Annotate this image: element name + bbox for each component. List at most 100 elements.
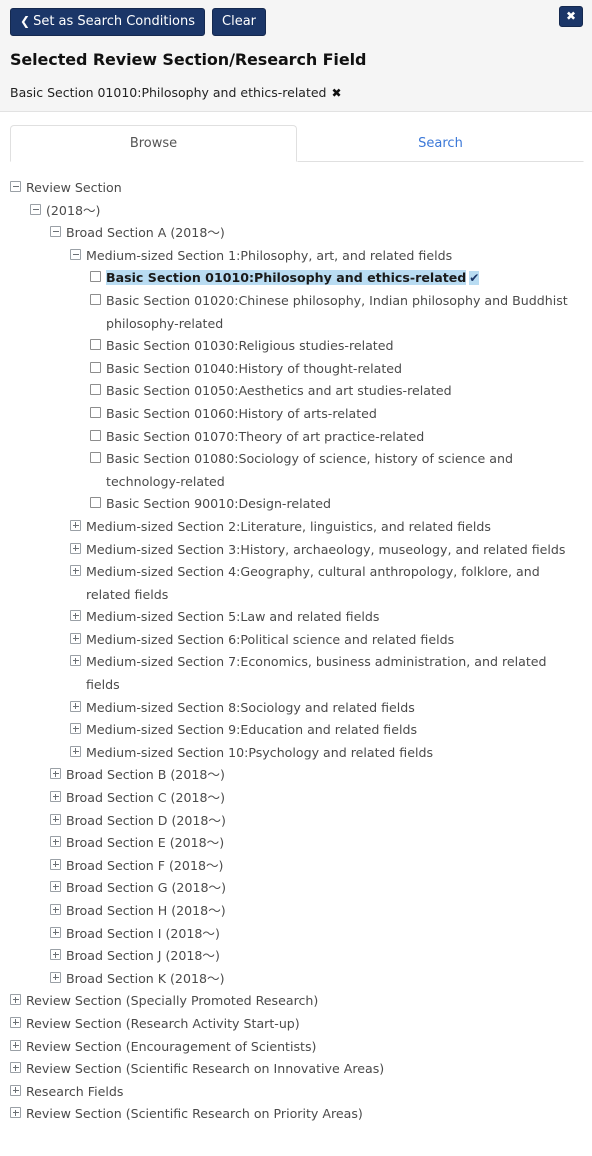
expand-icon[interactable] (10, 1039, 21, 1051)
tree-node-label[interactable]: Broad Section B (2018〜) (66, 767, 225, 782)
tree-node-broad-section-2[interactable]: Broad Section D (2018〜) (50, 810, 582, 833)
clear-button[interactable]: Clear (212, 8, 267, 36)
tree-node-label[interactable]: Medium-sized Section 9:Education and rel… (86, 722, 417, 737)
expand-icon[interactable] (50, 858, 61, 870)
expand-icon[interactable] (50, 768, 61, 780)
tree-node-broad-section-9[interactable]: Broad Section K (2018〜) (50, 968, 582, 991)
tree-node-year-group[interactable]: (2018〜) (30, 200, 582, 223)
tab-search[interactable]: Search (297, 125, 584, 162)
collapse-icon[interactable] (50, 226, 61, 238)
tree-node-basic-section-3[interactable]: Basic Section 01040:History of thought-r… (90, 358, 582, 381)
tree-node-label[interactable]: Review Section (Research Activity Start-… (26, 1016, 300, 1031)
tree-node-broad-section-8[interactable]: Broad Section J (2018〜) (50, 945, 582, 968)
expand-icon[interactable] (70, 632, 81, 644)
tree-node-label[interactable]: Broad Section H (2018〜) (66, 903, 226, 918)
expand-icon[interactable] (50, 881, 61, 893)
tree-node-label[interactable]: Medium-sized Section 10:Psychology and r… (86, 745, 433, 760)
tree-node-label[interactable]: Medium-sized Section 5:Law and related f… (86, 609, 379, 624)
tab-browse[interactable]: Browse (10, 125, 297, 162)
expand-icon[interactable] (10, 1107, 21, 1119)
tree-node-label[interactable]: Basic Section 01080:Sociology of science… (106, 451, 513, 489)
tree-node-label[interactable]: Medium-sized Section 2:Literature, lingu… (86, 519, 491, 534)
tree-node-medium-section-2[interactable]: Medium-sized Section 2:Literature, lingu… (70, 516, 582, 539)
tree-node-label[interactable]: (2018〜) (46, 203, 100, 218)
tree-node-label[interactable]: Research Fields (26, 1084, 123, 1099)
chip-remove-icon[interactable]: ✖ (332, 86, 342, 100)
tree-node-label[interactable]: Broad Section F (2018〜) (66, 858, 223, 873)
expand-icon[interactable] (50, 904, 61, 915)
tree-node-broad-section-1[interactable]: Broad Section C (2018〜) (50, 787, 582, 810)
tree-node-label[interactable]: Review Section (26, 180, 122, 195)
checkbox[interactable] (90, 384, 101, 396)
checkbox[interactable] (90, 339, 101, 351)
tree-node-broad-section-6[interactable]: Broad Section H (2018〜) (50, 900, 582, 923)
tree-node-toplevel-1[interactable]: Review Section (Research Activity Start-… (10, 1013, 582, 1036)
tree-node-label[interactable]: Medium-sized Section 8:Sociology and rel… (86, 700, 415, 715)
expand-icon[interactable] (70, 610, 81, 622)
expand-icon[interactable] (10, 1062, 21, 1074)
tree-node-label[interactable]: Medium-sized Section 3:History, archaeol… (86, 542, 565, 557)
expand-icon[interactable] (10, 994, 21, 1006)
tree-node-label[interactable]: Basic Section 01070:Theory of art practi… (106, 429, 424, 444)
tree-node-label[interactable]: Broad Section A (2018〜) (66, 225, 225, 240)
tree-node-medium-section-7[interactable]: Medium-sized Section 7:Economics, busine… (70, 651, 582, 696)
tree-node-medium-section-6[interactable]: Medium-sized Section 6:Political science… (70, 629, 582, 652)
tree-node-broad-section-0[interactable]: Broad Section B (2018〜) (50, 764, 582, 787)
tree-node-medium-section-9[interactable]: Medium-sized Section 9:Education and rel… (70, 719, 582, 742)
tree-node-label[interactable]: Medium-sized Section 7:Economics, busine… (86, 654, 547, 692)
expand-icon[interactable] (70, 723, 81, 735)
collapse-icon[interactable] (70, 248, 81, 260)
tree-node-basic-section-0[interactable]: Basic Section 01010:Philosophy and ethic… (90, 267, 582, 290)
tree-node-label[interactable]: Broad Section G (2018〜) (66, 880, 226, 895)
expand-icon[interactable] (70, 700, 81, 712)
tree-node-toplevel-0[interactable]: Review Section (Specially Promoted Resea… (10, 990, 582, 1013)
tree-node-label[interactable]: Review Section (Encouragement of Scienti… (26, 1039, 316, 1054)
tree-node-label[interactable]: Basic Section 01020:Chinese philosophy, … (106, 293, 568, 331)
tree-node-label[interactable]: Review Section (Scientific Research on P… (26, 1106, 363, 1121)
checkbox[interactable] (90, 452, 101, 464)
checkbox[interactable] (90, 361, 101, 373)
tree-node-label[interactable]: Broad Section D (2018〜) (66, 813, 226, 828)
expand-icon[interactable] (70, 655, 81, 667)
tree-node-label[interactable]: Basic Section 90010:Design-related (106, 496, 331, 511)
expand-icon[interactable] (10, 1084, 21, 1096)
checkbox[interactable] (90, 429, 101, 441)
expand-icon[interactable] (50, 971, 61, 983)
tree-node-label[interactable]: Broad Section J (2018〜) (66, 948, 220, 963)
tree-node-review-section[interactable]: Review Section (10, 177, 582, 200)
expand-icon[interactable] (70, 519, 81, 531)
expand-icon[interactable] (70, 745, 81, 757)
tree-node-label[interactable]: Medium-sized Section 1:Philosophy, art, … (86, 248, 452, 263)
tree-node-broad-section-a[interactable]: Broad Section A (2018〜) (50, 222, 582, 245)
checkbox[interactable] (90, 406, 101, 418)
tree-node-label[interactable]: Broad Section C (2018〜) (66, 790, 225, 805)
tree-node-basic-section-7[interactable]: Basic Section 01080:Sociology of science… (90, 448, 582, 493)
tree-node-broad-section-4[interactable]: Broad Section F (2018〜) (50, 855, 582, 878)
set-as-search-conditions-button[interactable]: ❮ Set as Search Conditions (10, 8, 206, 36)
tree-node-medium-section-3[interactable]: Medium-sized Section 3:History, archaeol… (70, 539, 582, 562)
tree-node-label[interactable]: Review Section (Specially Promoted Resea… (26, 993, 318, 1008)
tree-node-medium-section-8[interactable]: Medium-sized Section 8:Sociology and rel… (70, 697, 582, 720)
expand-icon[interactable] (50, 949, 61, 961)
tree-node-label[interactable]: Broad Section K (2018〜) (66, 971, 225, 986)
tree-node-basic-section-5[interactable]: Basic Section 01060:History of arts-rela… (90, 403, 582, 426)
tree-node-label[interactable]: Basic Section 01010:Philosophy and ethic… (106, 270, 467, 286)
tree-node-medium-section-5[interactable]: Medium-sized Section 5:Law and related f… (70, 606, 582, 629)
expand-icon[interactable] (70, 542, 81, 554)
tree-node-label[interactable]: Medium-sized Section 4:Geography, cultur… (86, 564, 540, 602)
tree-node-medium-section-4[interactable]: Medium-sized Section 4:Geography, cultur… (70, 561, 582, 606)
checkbox[interactable] (90, 497, 101, 509)
tree-node-label[interactable]: Basic Section 01040:History of thought-r… (106, 361, 402, 376)
tree-node-toplevel-4[interactable]: Research Fields (10, 1081, 582, 1104)
tree-node-label[interactable]: Broad Section E (2018〜) (66, 835, 224, 850)
expand-icon[interactable] (50, 791, 61, 803)
tree-node-basic-section-2[interactable]: Basic Section 01030:Religious studies-re… (90, 335, 582, 358)
tree-node-label[interactable]: Basic Section 01030:Religious studies-re… (106, 338, 394, 353)
expand-icon[interactable] (10, 1016, 21, 1028)
tree-node-basic-section-4[interactable]: Basic Section 01050:Aesthetics and art s… (90, 380, 582, 403)
tree-node-medium-section-10[interactable]: Medium-sized Section 10:Psychology and r… (70, 742, 582, 765)
tree-node-broad-section-5[interactable]: Broad Section G (2018〜) (50, 877, 582, 900)
collapse-icon[interactable] (10, 181, 21, 192)
checkbox[interactable] (90, 271, 101, 283)
tree-node-broad-section-3[interactable]: Broad Section E (2018〜) (50, 832, 582, 855)
